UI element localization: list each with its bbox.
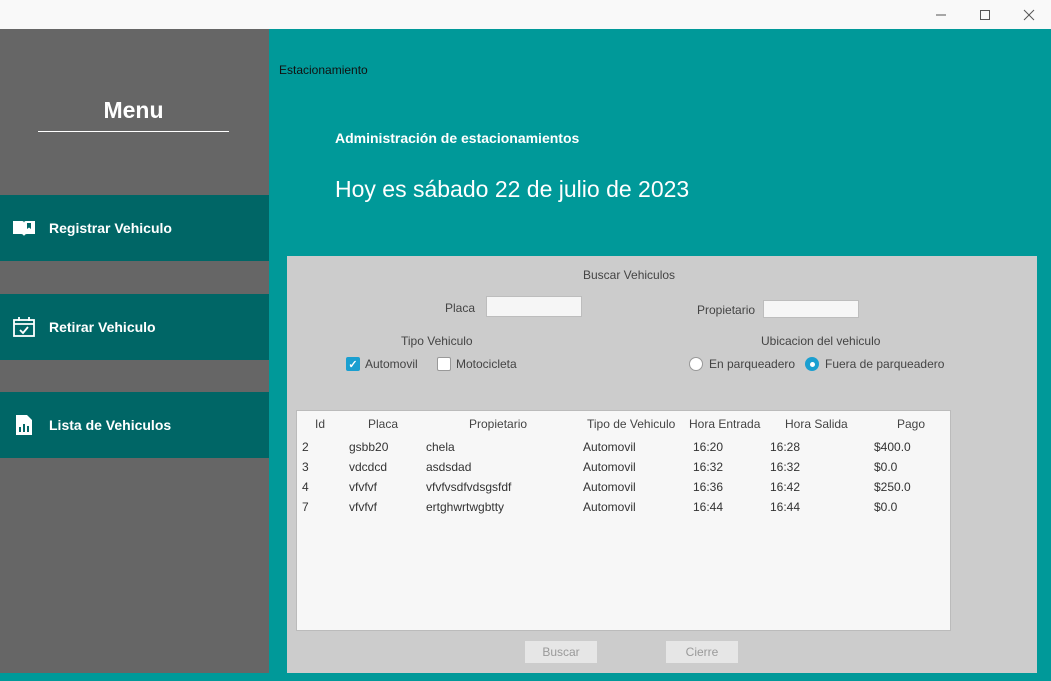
cell-placa: gsbb20	[349, 440, 389, 454]
column-header-tipo[interactable]: Tipo de Vehiculo	[587, 417, 675, 431]
fuera-parqueadero-label: Fuera de parqueadero	[825, 357, 945, 371]
vehicles-table[interactable]: Id Placa Propietario Tipo de Vehiculo Ho…	[296, 410, 951, 631]
en-parqueadero-label: En parqueadero	[709, 357, 796, 371]
maximize-button[interactable]	[963, 0, 1007, 29]
cell-pago: $250.0	[874, 480, 911, 494]
checkbox-checked-icon: ✓	[346, 357, 360, 371]
bottom-edge	[0, 673, 1051, 681]
en-parqueadero-radio[interactable]: En parqueadero	[689, 357, 795, 371]
column-header-hora-entrada[interactable]: Hora Entrada	[689, 417, 760, 431]
propietario-label: Propietario	[697, 303, 756, 317]
cell-placa: vfvfvf	[349, 480, 378, 494]
menu-title: Menu	[103, 97, 164, 123]
cell-id: 2	[302, 440, 309, 454]
app-label: Estacionamiento	[279, 63, 368, 77]
cell-id: 3	[302, 460, 309, 474]
sidebar-item-label: Registrar Vehiculo	[49, 220, 172, 236]
cell-propietario: ertghwrtwgbtty	[426, 500, 505, 514]
motocicleta-label: Motocicleta	[456, 357, 517, 371]
cell-hora-salida: 16:42	[770, 480, 801, 494]
search-title: Buscar Vehiculos	[583, 268, 676, 282]
report-file-icon	[12, 413, 36, 437]
cell-tipo: Automovil	[583, 480, 636, 494]
sidebar-item-label: Lista de Vehiculos	[49, 417, 172, 433]
cell-tipo: Automovil	[583, 440, 636, 454]
placa-label: Placa	[445, 301, 476, 315]
cell-tipo: Automovil	[583, 500, 636, 514]
tipo-vehiculo-label: Tipo Vehiculo	[401, 334, 473, 348]
sidebar-item-retirar-vehiculo[interactable]: Retirar Vehiculo	[0, 294, 269, 360]
cell-placa: vdcdcd	[349, 460, 388, 474]
column-header-id[interactable]: Id	[315, 417, 325, 431]
propietario-input[interactable]	[763, 300, 859, 318]
cell-propietario: vfvfvsdfvdsgsfdf	[426, 480, 512, 494]
minimize-button[interactable]	[919, 0, 963, 29]
cell-propietario: asdsdad	[426, 460, 472, 474]
column-header-propietario[interactable]: Propietario	[469, 417, 527, 431]
sidebar: Menu Registrar Vehiculo Retirar Vehiculo…	[0, 29, 269, 681]
cell-propietario: chela	[426, 440, 455, 454]
placa-input[interactable]	[486, 296, 582, 317]
column-header-pago[interactable]: Pago	[897, 417, 925, 431]
close-icon	[1023, 9, 1035, 20]
ubicacion-label: Ubicacion del vehiculo	[761, 334, 881, 348]
radio-selected-icon	[805, 357, 819, 371]
cell-placa: vfvfvf	[349, 500, 378, 514]
cell-hora-entrada: 16:32	[693, 460, 724, 474]
automovil-checkbox[interactable]: ✓ Automovil	[346, 357, 418, 371]
fuera-parqueadero-radio[interactable]: Fuera de parqueadero	[805, 357, 944, 371]
cell-hora-salida: 16:32	[770, 460, 801, 474]
sidebar-item-label: Retirar Vehiculo	[49, 319, 156, 335]
cell-hora-entrada: 16:44	[693, 500, 724, 514]
sidebar-item-registrar-vehiculo[interactable]: Registrar Vehiculo	[0, 195, 269, 261]
cell-hora-entrada: 16:20	[693, 440, 724, 454]
app-window: Menu Registrar Vehiculo Retirar Vehiculo…	[0, 0, 1051, 681]
menu-divider	[38, 131, 229, 132]
sidebar-item-lista-de-vehiculos[interactable]: Lista de Vehiculos	[0, 392, 269, 458]
cell-hora-salida: 16:28	[770, 440, 801, 454]
cell-id: 7	[302, 500, 309, 514]
book-open-icon	[12, 216, 36, 240]
column-header-placa[interactable]: Placa	[368, 417, 398, 431]
minimize-icon	[936, 14, 946, 15]
cell-id: 4	[302, 480, 309, 494]
cell-hora-entrada: 16:36	[693, 480, 724, 494]
title-bar	[0, 0, 1051, 29]
page-title: Administración de estacionamientos	[335, 130, 580, 146]
automovil-label: Automovil	[365, 357, 418, 371]
buscar-button[interactable]: Buscar	[525, 641, 597, 663]
cell-pago: $0.0	[874, 460, 898, 474]
cell-hora-salida: 16:44	[770, 500, 801, 514]
cell-tipo: Automovil	[583, 460, 636, 474]
current-date: Hoy es sábado 22 de julio de 2023	[335, 176, 690, 202]
radio-unselected-icon	[689, 357, 703, 371]
column-header-hora-salida[interactable]: Hora Salida	[785, 417, 848, 431]
cell-pago: $400.0	[874, 440, 911, 454]
cell-pago: $0.0	[874, 500, 898, 514]
calendar-check-icon	[12, 315, 36, 339]
motocicleta-checkbox[interactable]: Motocicleta	[437, 357, 517, 371]
search-panel: Buscar Vehiculos Placa Propietario Tipo …	[287, 256, 1037, 673]
maximize-icon	[980, 9, 990, 20]
close-button[interactable]	[1007, 0, 1051, 29]
checkbox-unchecked-icon	[437, 357, 451, 371]
cierre-button[interactable]: Cierre	[666, 641, 738, 663]
